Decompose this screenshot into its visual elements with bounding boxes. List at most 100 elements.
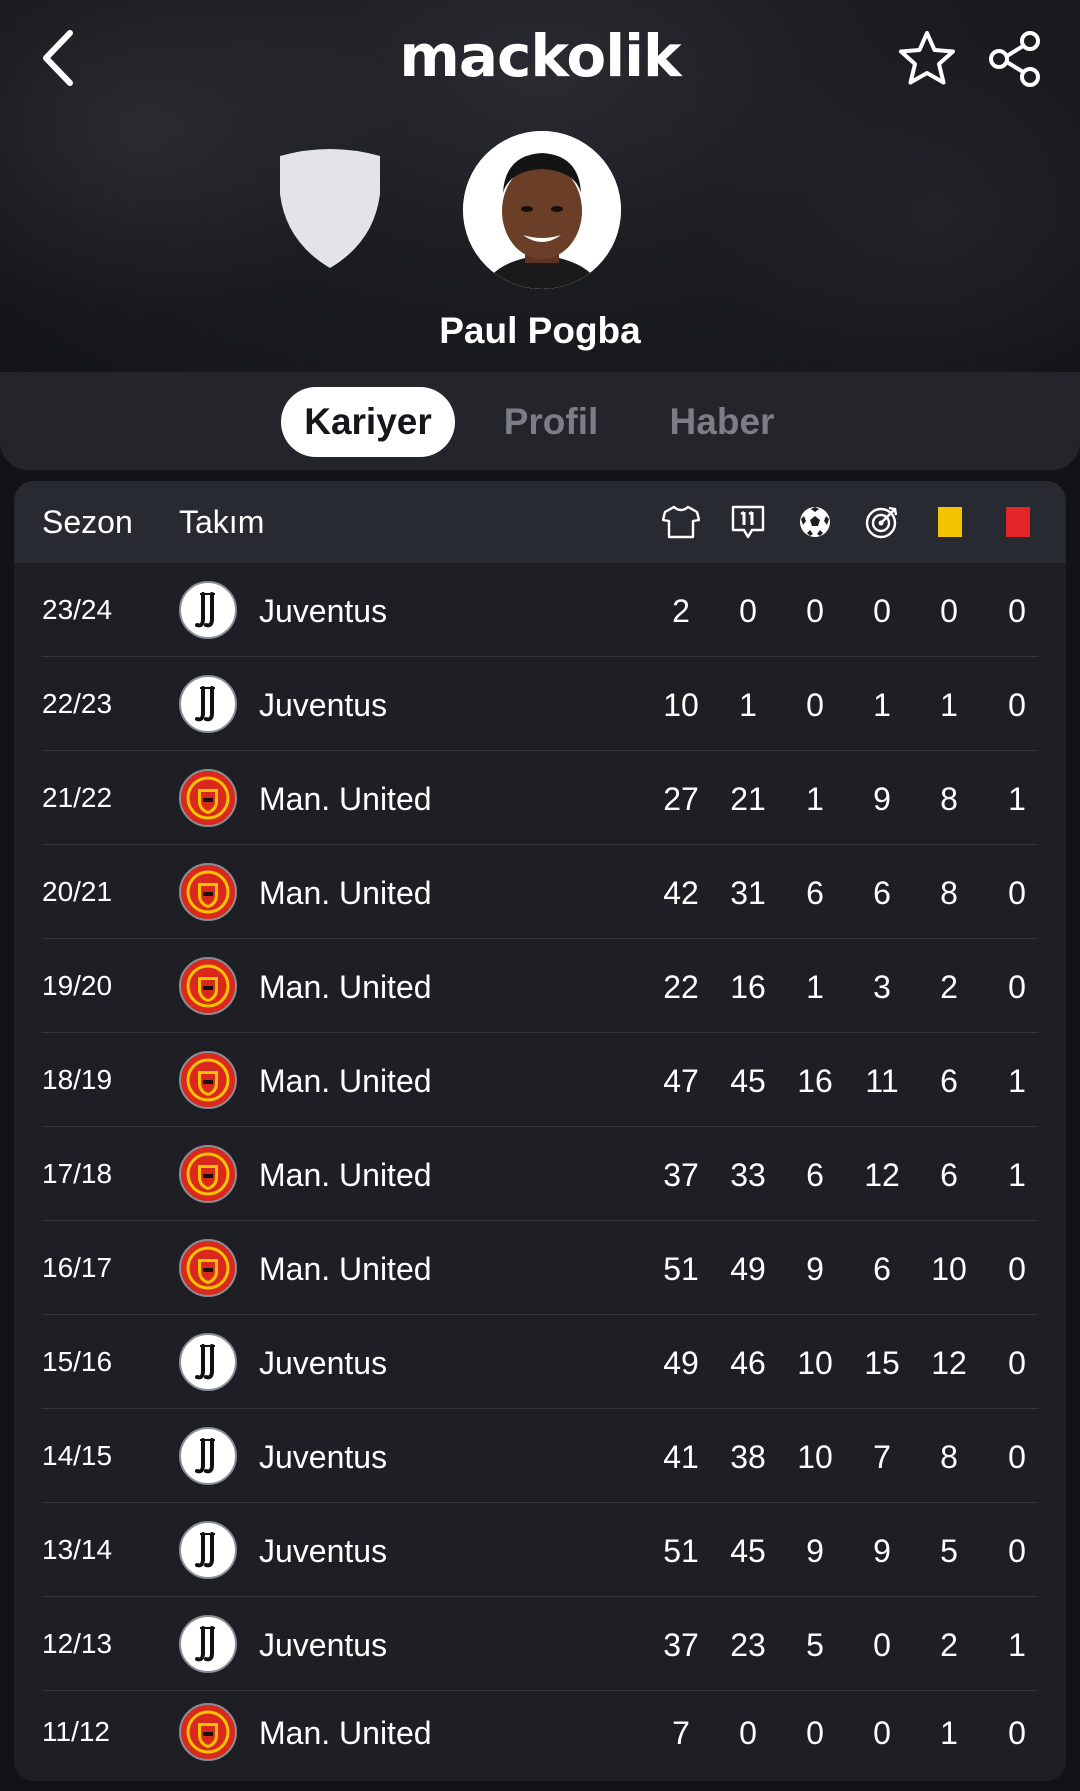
- player-name: Paul Pogba: [439, 310, 641, 351]
- starts-cell: 46: [730, 1345, 766, 1381]
- table-row[interactable]: 19/20 Man. United 22 16 1 3 2 0: [14, 939, 1066, 1033]
- table-header: Sezon Takım: [14, 481, 1066, 563]
- goals-cell: 9: [806, 1251, 824, 1287]
- assists-cell: 3: [873, 969, 891, 1005]
- assists-cell: 0: [873, 1627, 891, 1663]
- appearances-cell: 51: [663, 1533, 699, 1569]
- appearances-cell: 41: [663, 1439, 699, 1475]
- table-row[interactable]: 17/18 Man. United 37 33 6 12 6 1: [14, 1127, 1066, 1221]
- appearances-cell: 49: [663, 1345, 699, 1381]
- tab-kariyer[interactable]: Kariyer: [281, 387, 455, 457]
- table-row[interactable]: 23/24 Juventus 2 0 0 0 0 0: [14, 563, 1066, 657]
- man-united-logo-icon: [179, 1051, 237, 1109]
- starts-cell: 0: [739, 593, 757, 629]
- assists-cell: 11: [865, 1063, 899, 1099]
- assists-cell: 15: [864, 1345, 900, 1381]
- team-name[interactable]: Man. United: [259, 1127, 432, 1221]
- target-icon: [862, 503, 902, 541]
- yellow-cards-cell: 8: [940, 781, 958, 817]
- assists-cell: 9: [873, 781, 891, 817]
- yellow-cards-cell: 8: [940, 875, 958, 911]
- team-name[interactable]: Juventus: [259, 563, 387, 657]
- team-name[interactable]: Juventus: [259, 1315, 387, 1409]
- starts-cell: 45: [730, 1063, 766, 1099]
- season-cell: 17/18: [42, 1158, 113, 1189]
- tab-profil[interactable]: Profil: [478, 387, 624, 457]
- star-icon: [899, 31, 955, 85]
- team-name[interactable]: Man. United: [259, 1221, 432, 1315]
- favorite-button[interactable]: [896, 28, 958, 90]
- goals-cell: 1: [806, 969, 824, 1005]
- table-row[interactable]: 20/21 Man. United 42 31 6 6 8 0: [14, 845, 1066, 939]
- starts-cell: 45: [730, 1533, 766, 1569]
- header-team: Takım: [179, 504, 265, 540]
- appearances-cell: 7: [672, 1715, 690, 1751]
- team-name[interactable]: Juventus: [259, 1409, 387, 1503]
- starts-cell: 31: [730, 875, 766, 911]
- yellow-cards-cell: 8: [940, 1439, 958, 1475]
- appearances-cell: 2: [672, 593, 690, 629]
- season-cell: 13/14: [42, 1534, 113, 1565]
- team-name[interactable]: Juventus: [259, 1503, 387, 1597]
- yellow-cards-cell: 6: [940, 1063, 958, 1099]
- season-cell: 12/13: [42, 1628, 113, 1659]
- man-united-logo-icon: [179, 769, 237, 827]
- starts-cell: 0: [739, 1715, 757, 1751]
- yellow-cards-cell: 2: [940, 1627, 958, 1663]
- yellow-cards-cell: 5: [940, 1533, 958, 1569]
- goals-cell: 0: [806, 687, 824, 723]
- assists-cell: 1: [873, 687, 891, 723]
- yellow-cards-cell: 0: [940, 593, 958, 629]
- appearances-cell: 51: [663, 1251, 699, 1287]
- season-cell: 19/20: [42, 970, 113, 1001]
- starts-cell: 16: [730, 969, 766, 1005]
- juventus-logo-icon: [179, 581, 237, 639]
- season-cell: 15/16: [42, 1346, 113, 1377]
- red-cards-cell: 0: [1008, 969, 1026, 1005]
- table-row[interactable]: 22/23 Juventus 10 1 0 1 1 0: [14, 657, 1066, 751]
- juventus-logo-icon: [179, 675, 237, 733]
- assists-cell: 0: [873, 1715, 891, 1751]
- team-name[interactable]: Man. United: [259, 845, 432, 939]
- tab-haber[interactable]: Haber: [650, 387, 794, 457]
- team-name[interactable]: Juventus: [259, 1597, 387, 1691]
- season-cell: 18/19: [42, 1064, 113, 1095]
- starts-cell: 38: [730, 1439, 766, 1475]
- starts-cell: 33: [730, 1157, 766, 1193]
- assists-cell: 0: [873, 593, 891, 629]
- team-name[interactable]: Man. United: [259, 751, 432, 845]
- table-row[interactable]: 14/15 Juventus 41 38 10 7 8 0: [14, 1409, 1066, 1503]
- team-shield-icon: [274, 146, 386, 270]
- starts-cell: 49: [730, 1251, 766, 1287]
- starts-cell: 1: [739, 687, 757, 723]
- appearances-cell: 37: [663, 1627, 699, 1663]
- team-name[interactable]: Man. United: [259, 1033, 432, 1127]
- red-cards-cell: 0: [1008, 875, 1026, 911]
- share-button[interactable]: [984, 28, 1046, 90]
- header-season: Sezon: [42, 504, 133, 540]
- team-name[interactable]: Juventus: [259, 657, 387, 751]
- assists-cell: 6: [873, 875, 891, 911]
- table-row[interactable]: 21/22 Man. United 27 21 1 9 8 1: [14, 751, 1066, 845]
- red-cards-cell: 0: [1008, 1439, 1026, 1475]
- table-row[interactable]: 18/19 Man. United 47 45 16 11 6 1: [14, 1033, 1066, 1127]
- assists-cell: 9: [873, 1533, 891, 1569]
- season-cell: 21/22: [42, 782, 113, 813]
- tabs-bar: Kariyer Profil Haber: [0, 372, 1080, 470]
- table-row[interactable]: 13/14 Juventus 51 45 9 9 5 0: [14, 1503, 1066, 1597]
- player-header: mackolik Paul Pogba: [0, 0, 1080, 372]
- red-cards-cell: 0: [1008, 687, 1026, 723]
- table-row[interactable]: 16/17 Man. United 51 49 9 6 10 0: [14, 1221, 1066, 1315]
- team-name[interactable]: Man. United: [259, 939, 432, 1033]
- man-united-logo-icon: [179, 1239, 237, 1297]
- season-cell: 20/21: [42, 876, 113, 907]
- table-row[interactable]: 15/16 Juventus 49 46 10 15 12 0: [14, 1315, 1066, 1409]
- table-row[interactable]: 11/12 Man. United 7 0 0 0 1 0: [14, 1685, 1066, 1779]
- appearances-cell: 10: [663, 687, 699, 723]
- red-cards-cell: 1: [1008, 1157, 1026, 1193]
- goals-cell: 16: [797, 1063, 833, 1099]
- table-row[interactable]: 12/13 Juventus 37 23 5 0 2 1: [14, 1597, 1066, 1691]
- yellow-cards-cell: 1: [940, 687, 958, 723]
- team-name[interactable]: Man. United: [259, 1685, 432, 1779]
- red-cards-cell: 0: [1008, 1715, 1026, 1751]
